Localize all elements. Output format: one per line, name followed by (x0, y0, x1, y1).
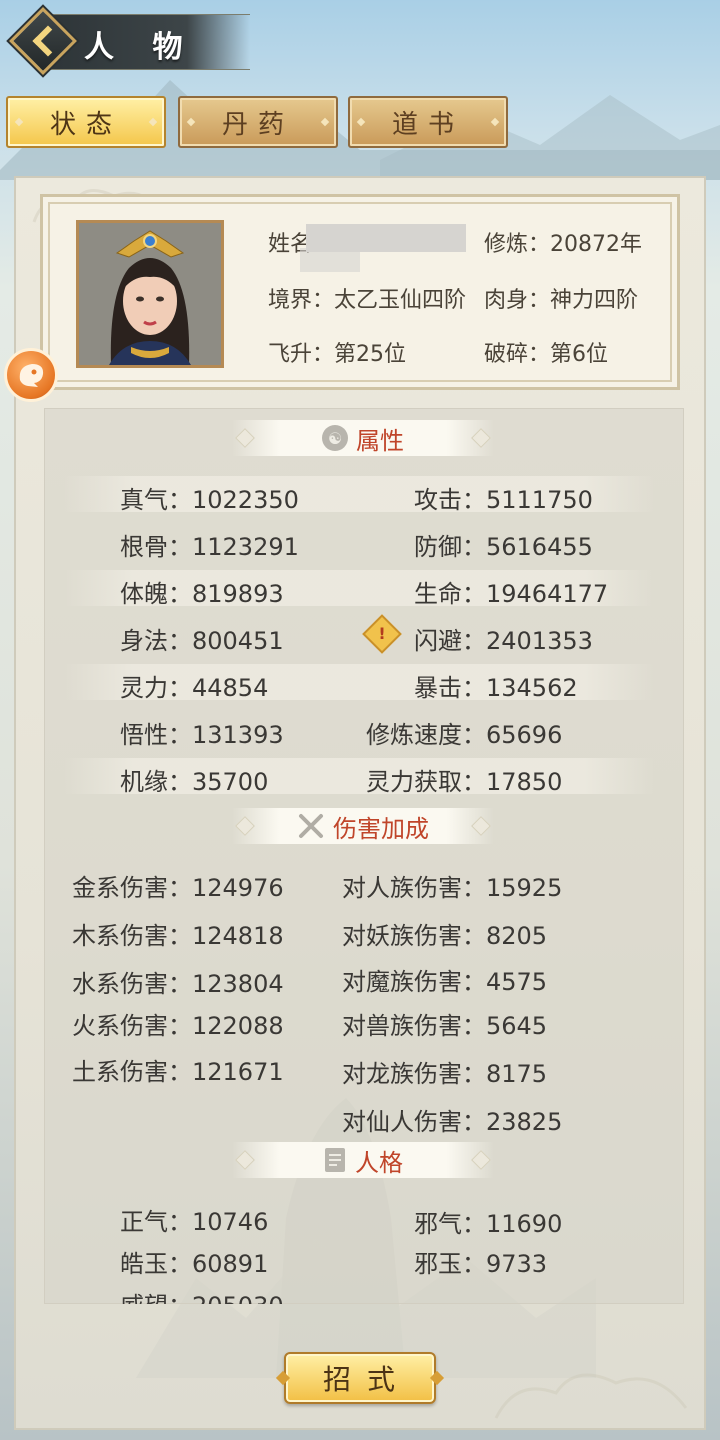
stats-scroll-clip: 威望：205030 (44, 1284, 684, 1304)
stat-physique: 体魄：819893 (120, 580, 284, 608)
tab-scriptures[interactable]: 道书 (348, 96, 508, 148)
stat-evil-jade: 邪玉：9733 (414, 1250, 548, 1278)
character-portrait-icon (79, 223, 221, 365)
tab-elixirs[interactable]: 丹药 (178, 96, 338, 148)
page-title: 人 物 (84, 30, 197, 65)
stat-vs-beast-damage: 对兽族伤害：5645 (342, 1012, 548, 1040)
section-header-personality: 人格 (232, 1142, 494, 1178)
stat-fire-damage: 火系伤害：122088 (72, 1012, 284, 1040)
stat-earth-damage: 土系伤害：121671 (72, 1058, 284, 1086)
tab-status[interactable]: 状态 (6, 96, 166, 148)
back-button[interactable] (8, 6, 78, 76)
dragon-icon (19, 364, 44, 387)
section-title: 人格 (355, 1148, 403, 1177)
tab-bar: 状态 丹药 道书 (6, 96, 720, 148)
skills-button[interactable]: 招式 (284, 1352, 436, 1404)
section-header-damage: 伤害加成 (232, 808, 494, 844)
stat-spirit-gain: 灵力获取：17850 (366, 768, 563, 796)
scroll-icon (325, 1148, 345, 1172)
stat-spirit-power: 灵力：44854 (120, 674, 269, 702)
stat-agility: 身法：800451 (120, 627, 284, 655)
stat-vs-dragon-damage: 对龙族伤害：8175 (342, 1060, 548, 1088)
stat-defense: 防御：5616455 (414, 533, 593, 561)
stat-righteousness: 正气：10746 (120, 1208, 269, 1236)
stat-vs-demon-clan-damage: 对妖族伤害：8205 (342, 922, 548, 950)
crossed-swords-icon (299, 814, 323, 838)
cultivation-years: 修炼：20872年 (484, 232, 642, 257)
stat-comprehension: 悟性：131393 (120, 721, 284, 749)
stat-evil-qi: 邪气：11690 (414, 1210, 563, 1238)
stat-critical: 暴击：134562 (414, 674, 578, 702)
section-title: 伤害加成 (333, 814, 429, 843)
shatter-rank: 破碎：第6位 (484, 342, 608, 367)
realm-value: 境界：太乙玉仙四阶 (268, 288, 467, 313)
stat-wood-damage: 木系伤害：124818 (72, 922, 284, 950)
redacted-name (300, 248, 360, 272)
avatar[interactable] (76, 220, 224, 368)
stat-fortune: 机缘：35700 (120, 768, 269, 796)
body-value: 肉身：神力四阶 (484, 288, 639, 313)
stat-evasion: 闪避：2401353 (414, 627, 593, 655)
stat-metal-damage: 金系伤害：124976 (72, 874, 284, 902)
stat-attack: 攻击：5111750 (414, 486, 593, 514)
stat-vs-human-damage: 对人族伤害：15925 (342, 874, 563, 902)
stat-health: 生命：19464177 (414, 580, 609, 608)
stat-cultivation-speed: 修炼速度：65696 (366, 721, 563, 749)
section-title: 属性 (356, 426, 404, 455)
stat-vs-immortal-damage: 对仙人伤害：23825 (342, 1108, 563, 1136)
stat-prestige: 威望：205030 (120, 1286, 284, 1304)
stat-vs-devil-damage: 对魔族伤害：4575 (342, 968, 548, 996)
dragon-button[interactable] (4, 348, 58, 402)
section-header-attributes: ☯ 属性 (232, 420, 494, 456)
stat-true-qi: 真气：1022350 (120, 486, 299, 514)
yin-yang-icon: ☯ (322, 425, 348, 451)
stat-bright-jade: 皓玉：60891 (120, 1250, 269, 1278)
stat-root-bone: 根骨：1123291 (120, 533, 299, 561)
ascension-rank: 飞升：第25位 (268, 342, 406, 367)
stat-water-damage: 水系伤害：123804 (72, 970, 284, 998)
